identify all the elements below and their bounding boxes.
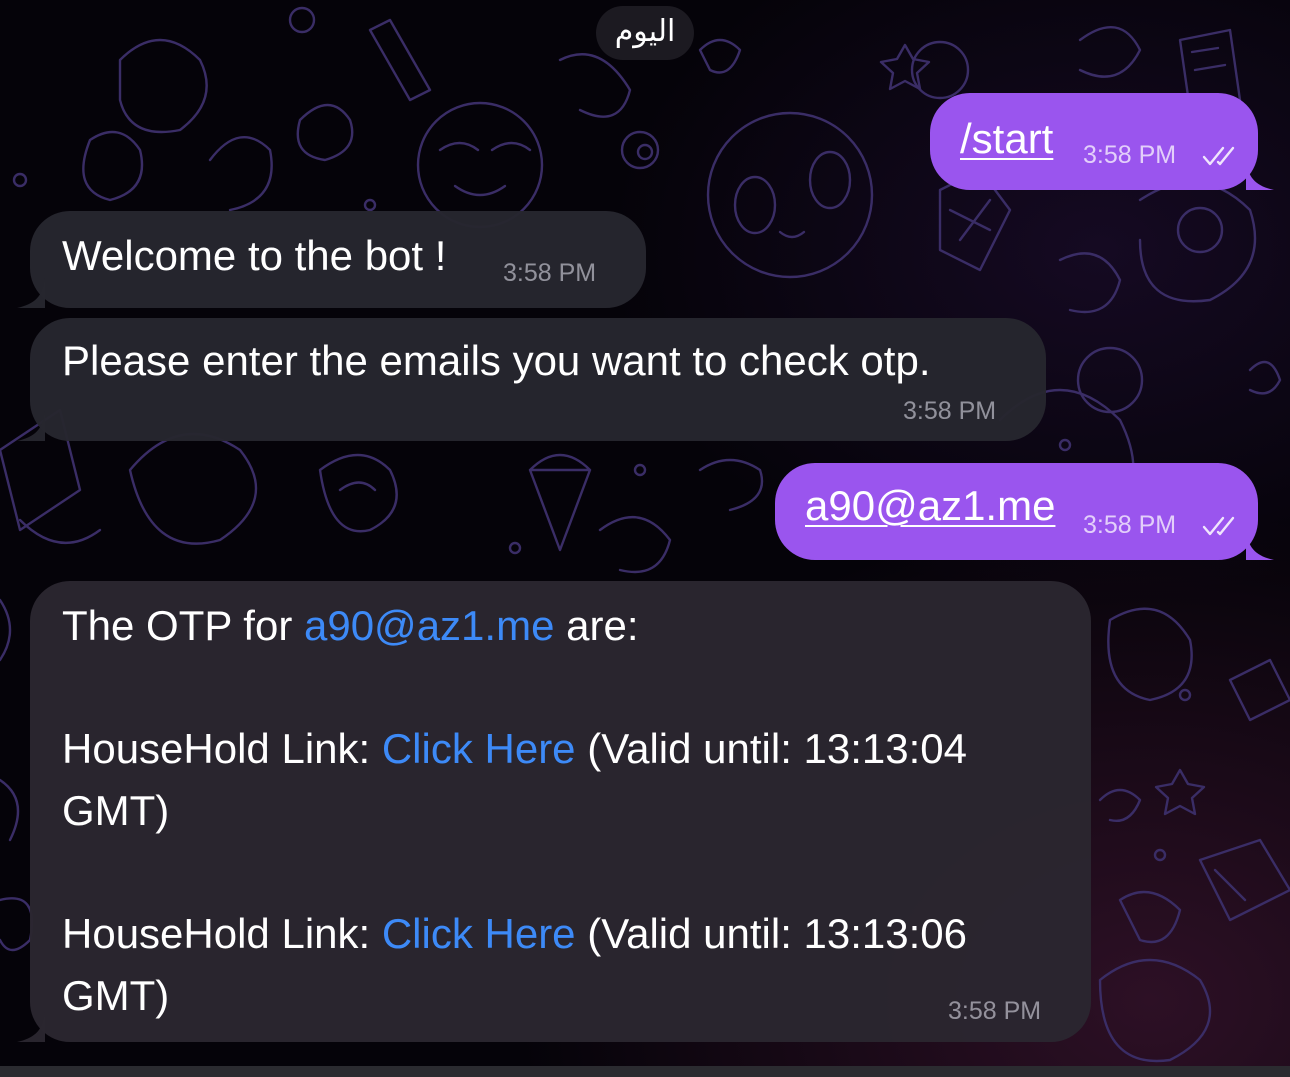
message-time: 3:58 PM [1083, 141, 1177, 169]
message-bubble-incoming[interactable]: Welcome to the bot ! 3:58 PM [17, 211, 646, 308]
click-here-link[interactable]: Click Here [382, 725, 576, 772]
date-divider: اليوم [596, 6, 694, 60]
otp-intro-line: The OTP for a90@az1.me are: [62, 595, 638, 657]
double-check-icon [1202, 146, 1235, 166]
double-check-icon [1202, 516, 1235, 536]
chat-view: اليوم /start 3:58 PM Welcome to the bot … [0, 0, 1290, 1077]
bubble-tail [17, 1012, 45, 1042]
click-here-link[interactable]: Click Here [382, 910, 576, 957]
message-text: Welcome to the bot ! [62, 232, 447, 279]
link-validity-zone: GMT) [62, 787, 170, 834]
bubble-tail [1246, 160, 1274, 190]
message-text: Please enter the emails you want to chec… [62, 337, 931, 384]
message-time: 3:58 PM [948, 997, 1042, 1025]
household-link-label: HouseHold Link: [62, 910, 371, 957]
bottom-edge [0, 1066, 1290, 1077]
household-link-label: HouseHold Link: [62, 725, 371, 772]
bubble-tail [17, 278, 45, 308]
email-link[interactable]: a90@az1.me [805, 475, 1055, 537]
link-validity: (Valid until: 13:13:06 [587, 910, 968, 957]
message-time: 3:58 PM [1083, 511, 1177, 539]
otp-intro-suffix: are: [566, 602, 639, 649]
household-link-line: HouseHold Link: Click Here (Valid until:… [62, 903, 967, 965]
bot-command-link[interactable]: /start [960, 108, 1053, 170]
message-bubble-outgoing[interactable]: /start 3:58 PM [930, 93, 1274, 190]
household-link-line: HouseHold Link: Click Here (Valid until:… [62, 718, 967, 780]
message-time: 3:58 PM [903, 397, 997, 425]
message-time: 3:58 PM [503, 259, 597, 287]
email-link[interactable]: a90@az1.me [304, 602, 554, 649]
link-validity-zone: GMT) [62, 972, 170, 1019]
bubble-tail [1246, 530, 1274, 560]
link-validity: (Valid until: 13:13:04 [587, 725, 968, 772]
message-bubble-outgoing[interactable]: a90@az1.me 3:58 PM [775, 463, 1274, 560]
message-bubble-incoming[interactable]: Please enter the emails you want to chec… [17, 318, 1046, 441]
bubble-tail [17, 411, 45, 441]
otp-intro-prefix: The OTP for [62, 602, 293, 649]
message-bubble-incoming[interactable]: The OTP for a90@az1.me are: HouseHold Li… [17, 581, 1091, 1042]
